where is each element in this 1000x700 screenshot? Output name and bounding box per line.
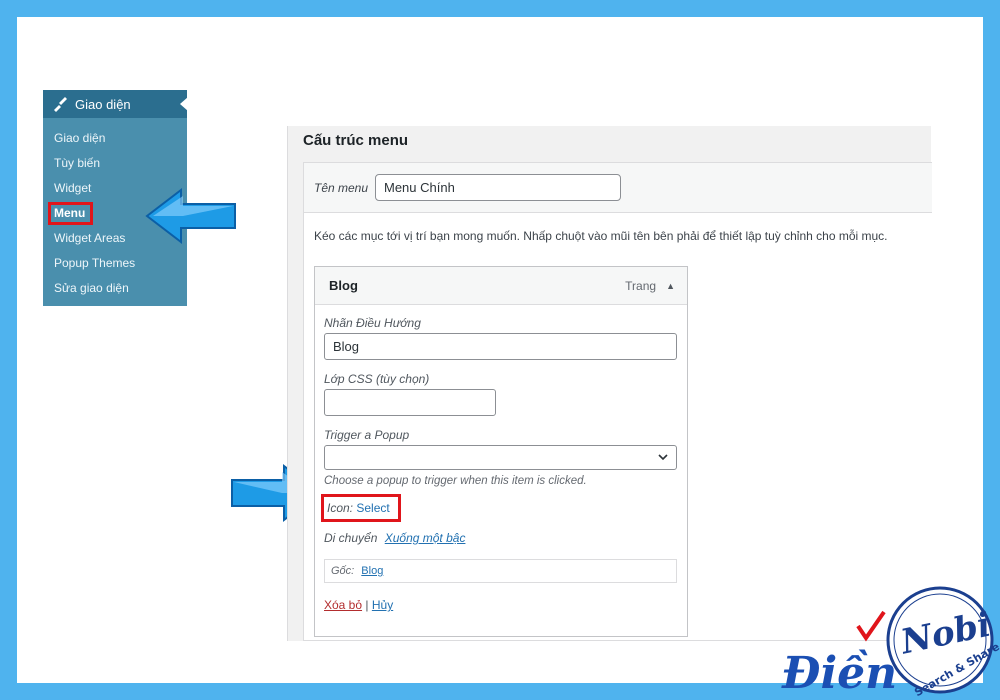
original-box: Gốc: Blog (324, 559, 677, 583)
sidebar-item-popup-themes[interactable]: Popup Themes (43, 251, 187, 276)
panel-title: Cấu trúc menu (303, 132, 409, 149)
menu-item-header[interactable]: Blog Trang ▲ (315, 267, 687, 305)
popup-trigger-label: Trigger a Popup (324, 428, 410, 442)
action-separator: | (365, 598, 369, 612)
move-label: Di chuyển (324, 531, 378, 545)
move-down-link[interactable]: Xuống một bậc (385, 531, 466, 545)
original-link[interactable]: Blog (361, 565, 383, 577)
menu-structure-panel: Cấu trúc menu Tên menu Menu Chính Kéo cá… (287, 126, 932, 641)
menu-editor: Tên menu Menu Chính Kéo các mục tới vị t… (303, 162, 932, 641)
sidebar-header[interactable]: Giao diện (43, 90, 188, 118)
move-row: Di chuyển Xuống một bậc (324, 531, 677, 545)
cancel-link[interactable]: Hủy (372, 598, 393, 612)
remove-link[interactable]: Xóa bỏ (324, 598, 362, 612)
paintbrush-icon (54, 97, 67, 112)
menu-item-settings: Nhãn Điều Hướng Blog Lớp CSS (tùy chọn) … (315, 305, 687, 612)
popup-trigger-select[interactable] (324, 445, 677, 470)
logo-text-dien: Điền (781, 648, 897, 699)
icon-label: Icon: (327, 501, 354, 515)
menu-name-row: Tên menu Menu Chính (304, 163, 932, 213)
dien-nobi-logo: Điền Nobi Search & Share (781, 586, 1000, 699)
icon-select-row: Icon: Select (321, 494, 401, 522)
nav-label-label: Nhãn Điều Hướng (324, 316, 421, 330)
menu-item-title: Blog (329, 278, 358, 293)
sidebar-header-label: Giao diện (75, 96, 131, 112)
popup-help-text: Choose a popup to trigger when this item… (324, 475, 587, 487)
original-label: Gốc: (331, 565, 355, 577)
nav-label-input[interactable]: Blog (324, 333, 677, 360)
menu-name-label: Tên menu (314, 180, 369, 195)
left-arrow-icon (145, 187, 236, 245)
sidebar-item-tuy-bien[interactable]: Tùy biến (43, 151, 187, 176)
drag-instructions: Kéo các mục tới vị trí bạn mong muốn. Nh… (314, 229, 888, 243)
menu-name-input[interactable]: Menu Chính (375, 174, 621, 201)
sidebar-item-sua-giao-dien[interactable]: Sửa giao diện (43, 276, 187, 301)
icon-select-link[interactable]: Select (356, 501, 389, 515)
css-class-label: Lớp CSS (tùy chọn) (324, 372, 430, 386)
item-actions: Xóa bỏ | Hủy (324, 598, 677, 612)
menu-item-blog: Blog Trang ▲ Nhãn Điều Hướng Blog Lớp CS… (314, 266, 688, 637)
sidebar-item-giao-dien[interactable]: Giao diện (43, 126, 187, 151)
chevron-down-icon (658, 454, 668, 461)
collapse-triangle-icon[interactable]: ▲ (666, 281, 675, 291)
css-class-input[interactable] (324, 389, 496, 416)
menu-item-type: Trang ▲ (625, 278, 675, 293)
